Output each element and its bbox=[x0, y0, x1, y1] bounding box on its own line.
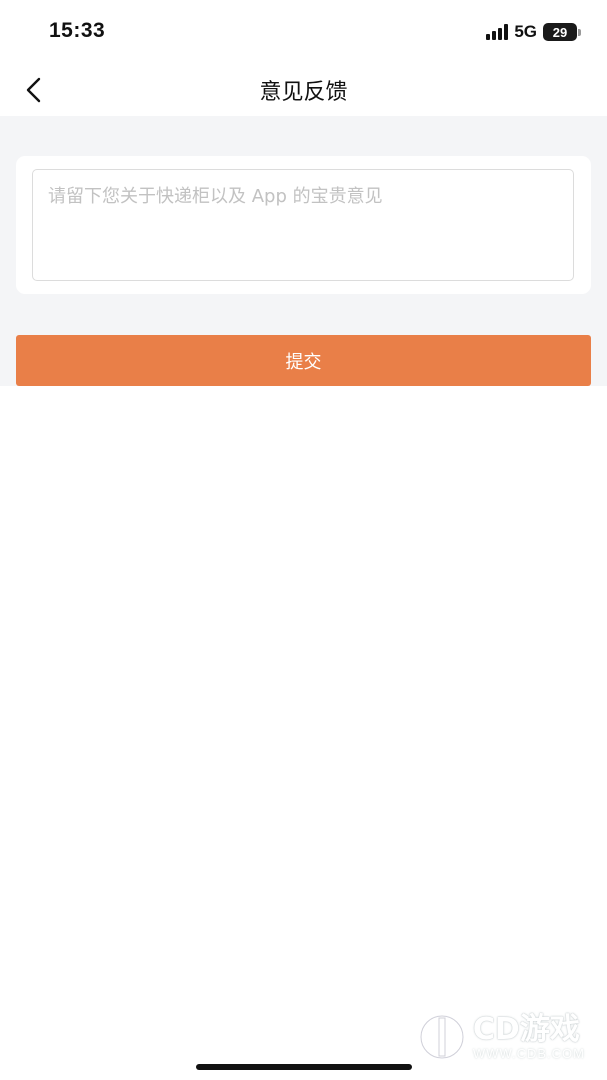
signal-icon bbox=[486, 24, 509, 40]
feedback-section: 提交 bbox=[0, 116, 607, 386]
cd-logo-icon bbox=[418, 1013, 466, 1061]
page-title: 意见反馈 bbox=[259, 80, 348, 105]
watermark: CD游戏 WWW.CDB.COM bbox=[417, 1012, 585, 1062]
watermark-url: WWW.CDB.COM bbox=[472, 1045, 585, 1061]
home-indicator[interactable] bbox=[196, 1064, 412, 1070]
feedback-card bbox=[16, 156, 591, 294]
status-bar: 15:33 5G 29 bbox=[0, 0, 607, 62]
status-indicators: 5G 29 bbox=[486, 22, 581, 42]
battery-icon: 29 bbox=[543, 23, 581, 41]
status-time: 15:33 bbox=[49, 19, 106, 42]
battery-level: 29 bbox=[552, 24, 568, 40]
feedback-input[interactable] bbox=[32, 169, 574, 281]
submit-button[interactable]: 提交 bbox=[16, 335, 591, 386]
nav-bar: 意见反馈 bbox=[0, 62, 607, 116]
watermark-name: CD游戏 bbox=[472, 1011, 580, 1047]
network-type: 5G bbox=[514, 22, 537, 41]
